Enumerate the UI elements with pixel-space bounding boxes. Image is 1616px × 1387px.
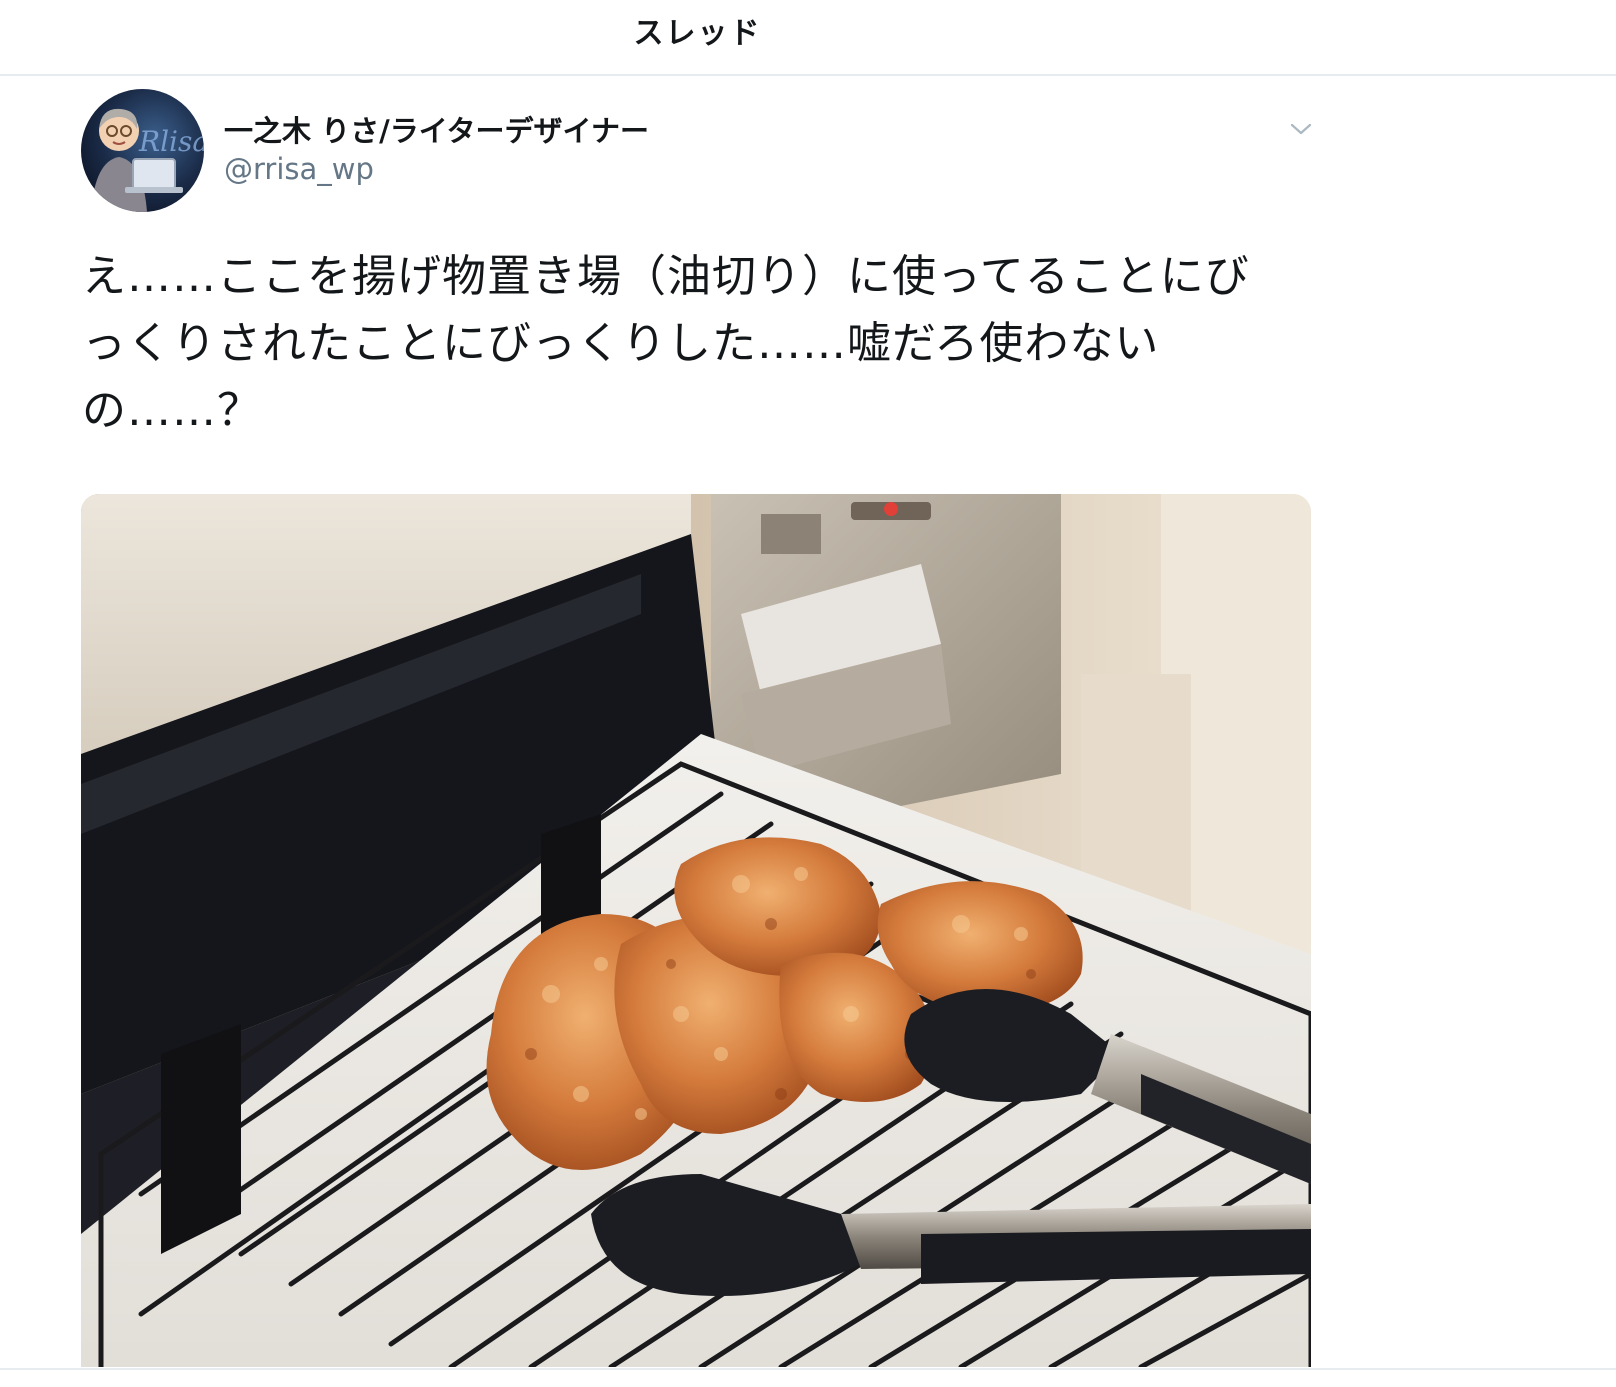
tweet-text: え……ここを揚げ物置き場（油切り）に使ってることにび っくりされたことにびっくり… bbox=[82, 243, 1322, 444]
page-title: スレッド bbox=[633, 16, 762, 51]
divider bbox=[0, 1368, 1616, 1370]
photo-of-fried-chicken-on-oven-rack-icon bbox=[81, 494, 1311, 1367]
tweet-text-line: の……？ bbox=[82, 385, 262, 436]
chevron-down-icon[interactable] bbox=[1286, 114, 1316, 144]
thread-header: スレッド bbox=[0, 0, 1616, 76]
author-display-name[interactable]: 一之木 りさ/ライターデザイナー bbox=[224, 108, 649, 150]
avatar-image: Rlisa bbox=[81, 89, 204, 212]
avatar-logo-text: Rlisa bbox=[138, 125, 204, 158]
avatar[interactable]: Rlisa bbox=[81, 89, 204, 212]
tweet-media-photo[interactable] bbox=[81, 494, 1311, 1367]
author-handle[interactable]: @rrisa_wp bbox=[224, 152, 374, 186]
tweet-text-line: っくりされたことにびっくりした……嘘だろ使わない bbox=[82, 318, 1160, 369]
tweet-text-line: え……ここを揚げ物置き場（油切り）に使ってることにび bbox=[82, 251, 1250, 302]
